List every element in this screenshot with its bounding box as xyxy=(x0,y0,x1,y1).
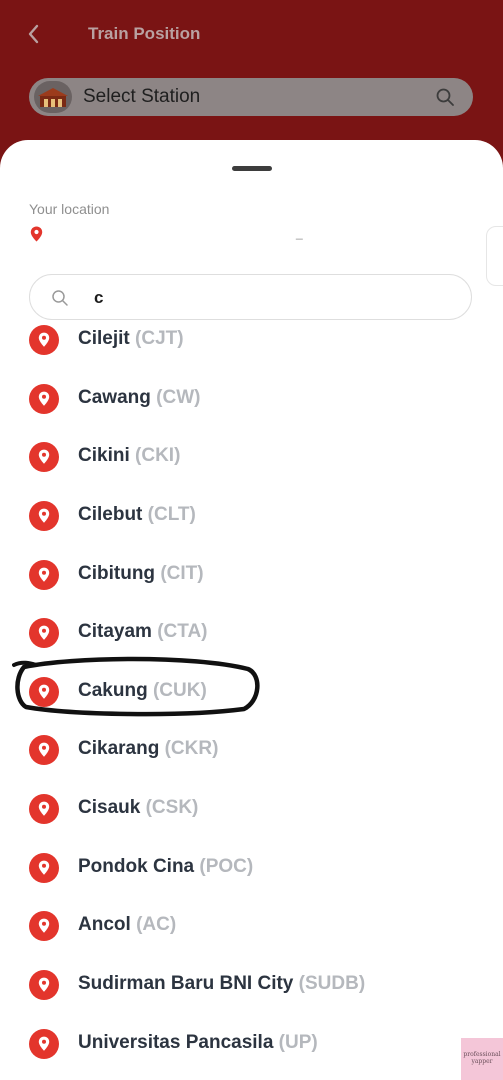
station-label: Ancol (AC) xyxy=(78,914,176,936)
station-list-item[interactable]: Citayam (CTA) xyxy=(0,603,503,662)
station-name: Sudirman Baru BNI City xyxy=(78,973,294,995)
station-list-item[interactable]: Cisauk (CSK) xyxy=(0,779,503,838)
station-name: Cisauk xyxy=(78,797,141,819)
drag-handle[interactable] xyxy=(232,166,272,171)
station-name: Cilebut xyxy=(78,503,143,525)
station-list: Cilejit (CJT) Cawang (CW) Cikini (CKI) Cile… xyxy=(0,322,503,1080)
station-list-item[interactable]: Cibitung (CIT) xyxy=(0,545,503,604)
station-picker-sheet: Your location _ c Cilejit (CJT) Cawang (C… xyxy=(0,140,503,1080)
location-pin-icon xyxy=(29,442,59,473)
page-title: Train Position xyxy=(88,24,201,43)
location-pin-icon xyxy=(29,794,59,825)
station-label: Universitas Pancasila (UP) xyxy=(78,1032,318,1054)
side-tab[interactable] xyxy=(486,226,503,286)
station-list-item[interactable]: Cilejit (CJT) xyxy=(0,322,503,369)
station-name: Cikini xyxy=(78,445,130,467)
station-label: Citayam (CTA) xyxy=(78,621,208,643)
search-icon[interactable] xyxy=(435,87,455,107)
station-label: Cilebut (CLT) xyxy=(78,504,196,526)
station-list-item[interactable]: Ancol (AC) xyxy=(0,896,503,955)
station-code: (CKR) xyxy=(164,738,219,760)
station-label: Cawang (CW) xyxy=(78,387,200,409)
location-pin-icon xyxy=(29,911,59,942)
location-pin-icon xyxy=(29,676,59,707)
location-pin-icon xyxy=(29,618,59,649)
header-bar: Train Position Select Station xyxy=(0,0,503,150)
station-code: (CIT) xyxy=(160,562,204,584)
station-name: Pondok Cina xyxy=(78,855,195,877)
location-pin-icon xyxy=(29,970,59,1001)
station-name: Cawang xyxy=(78,386,151,408)
station-name: Cilejit xyxy=(78,328,130,349)
station-name: Citayam xyxy=(78,621,152,643)
location-pin-icon xyxy=(29,383,59,414)
station-label: Cikarang (CKR) xyxy=(78,738,218,760)
station-code: (POC) xyxy=(199,855,254,877)
station-label: Cakung (CUK) xyxy=(78,680,207,702)
watermark-sticker: professional yapper xyxy=(461,1038,503,1080)
back-button[interactable] xyxy=(22,22,46,46)
station-code: (CJT) xyxy=(135,328,184,349)
station-search-input[interactable]: c xyxy=(29,274,472,320)
select-station-label: Select Station xyxy=(83,86,201,107)
station-code: (CSK) xyxy=(145,797,199,819)
location-label: Your location xyxy=(29,201,110,217)
chevron-left-icon xyxy=(28,24,39,44)
station-name: Cakung xyxy=(78,679,148,701)
station-code: (CLT) xyxy=(147,503,196,525)
station-label: Sudirman Baru BNI City (SUDB) xyxy=(78,973,365,995)
search-icon xyxy=(52,290,68,306)
station-list-item[interactable]: Universitas Pancasila (UP) xyxy=(0,1014,503,1073)
station-code: (CTA) xyxy=(157,621,208,643)
station-code: (CKI) xyxy=(135,445,181,467)
station-list-item[interactable]: Cilebut (CLT) xyxy=(0,486,503,545)
station-name: Cibitung xyxy=(78,562,156,584)
station-list-item[interactable]: Cakung (CUK) xyxy=(0,662,503,721)
station-code: (UP) xyxy=(278,1031,318,1053)
station-list-item[interactable]: Pondok Cina (POC) xyxy=(0,838,503,897)
location-pin-icon xyxy=(29,559,59,590)
station-label: Cibitung (CIT) xyxy=(78,563,204,585)
station-code: (CW) xyxy=(156,386,201,408)
station-list-item[interactable]: Cawang (CW) xyxy=(0,369,503,428)
station-name: Ancol xyxy=(78,914,131,936)
location-pin-icon xyxy=(29,500,59,531)
station-code: (SUDB) xyxy=(298,973,366,995)
station-building-icon xyxy=(34,81,72,113)
location-pin-icon xyxy=(29,735,59,766)
station-label: Cilejit (CJT) xyxy=(78,328,184,350)
station-list-item[interactable]: Cikarang (CKR) xyxy=(0,720,503,779)
station-list-item[interactable]: Sudirman Baru BNI City (SUDB) xyxy=(0,955,503,1014)
station-name: Universitas Pancasila xyxy=(78,1031,274,1053)
station-code: (AC) xyxy=(136,914,177,936)
station-name: Cikarang xyxy=(78,738,160,760)
location-value: _ xyxy=(296,226,303,240)
location-pin-icon xyxy=(30,226,43,242)
station-label: Cikini (CKI) xyxy=(78,445,180,467)
station-label: Pondok Cina (POC) xyxy=(78,856,253,878)
search-input-value[interactable]: c xyxy=(94,288,103,308)
location-pin-icon xyxy=(29,1028,59,1059)
location-pin-icon xyxy=(29,852,59,883)
station-code: (CUK) xyxy=(152,679,207,701)
location-pin-icon xyxy=(29,325,59,355)
station-label: Cisauk (CSK) xyxy=(78,797,198,819)
station-list-item[interactable]: Cikini (CKI) xyxy=(0,427,503,486)
select-station-bar[interactable]: Select Station xyxy=(29,78,473,116)
